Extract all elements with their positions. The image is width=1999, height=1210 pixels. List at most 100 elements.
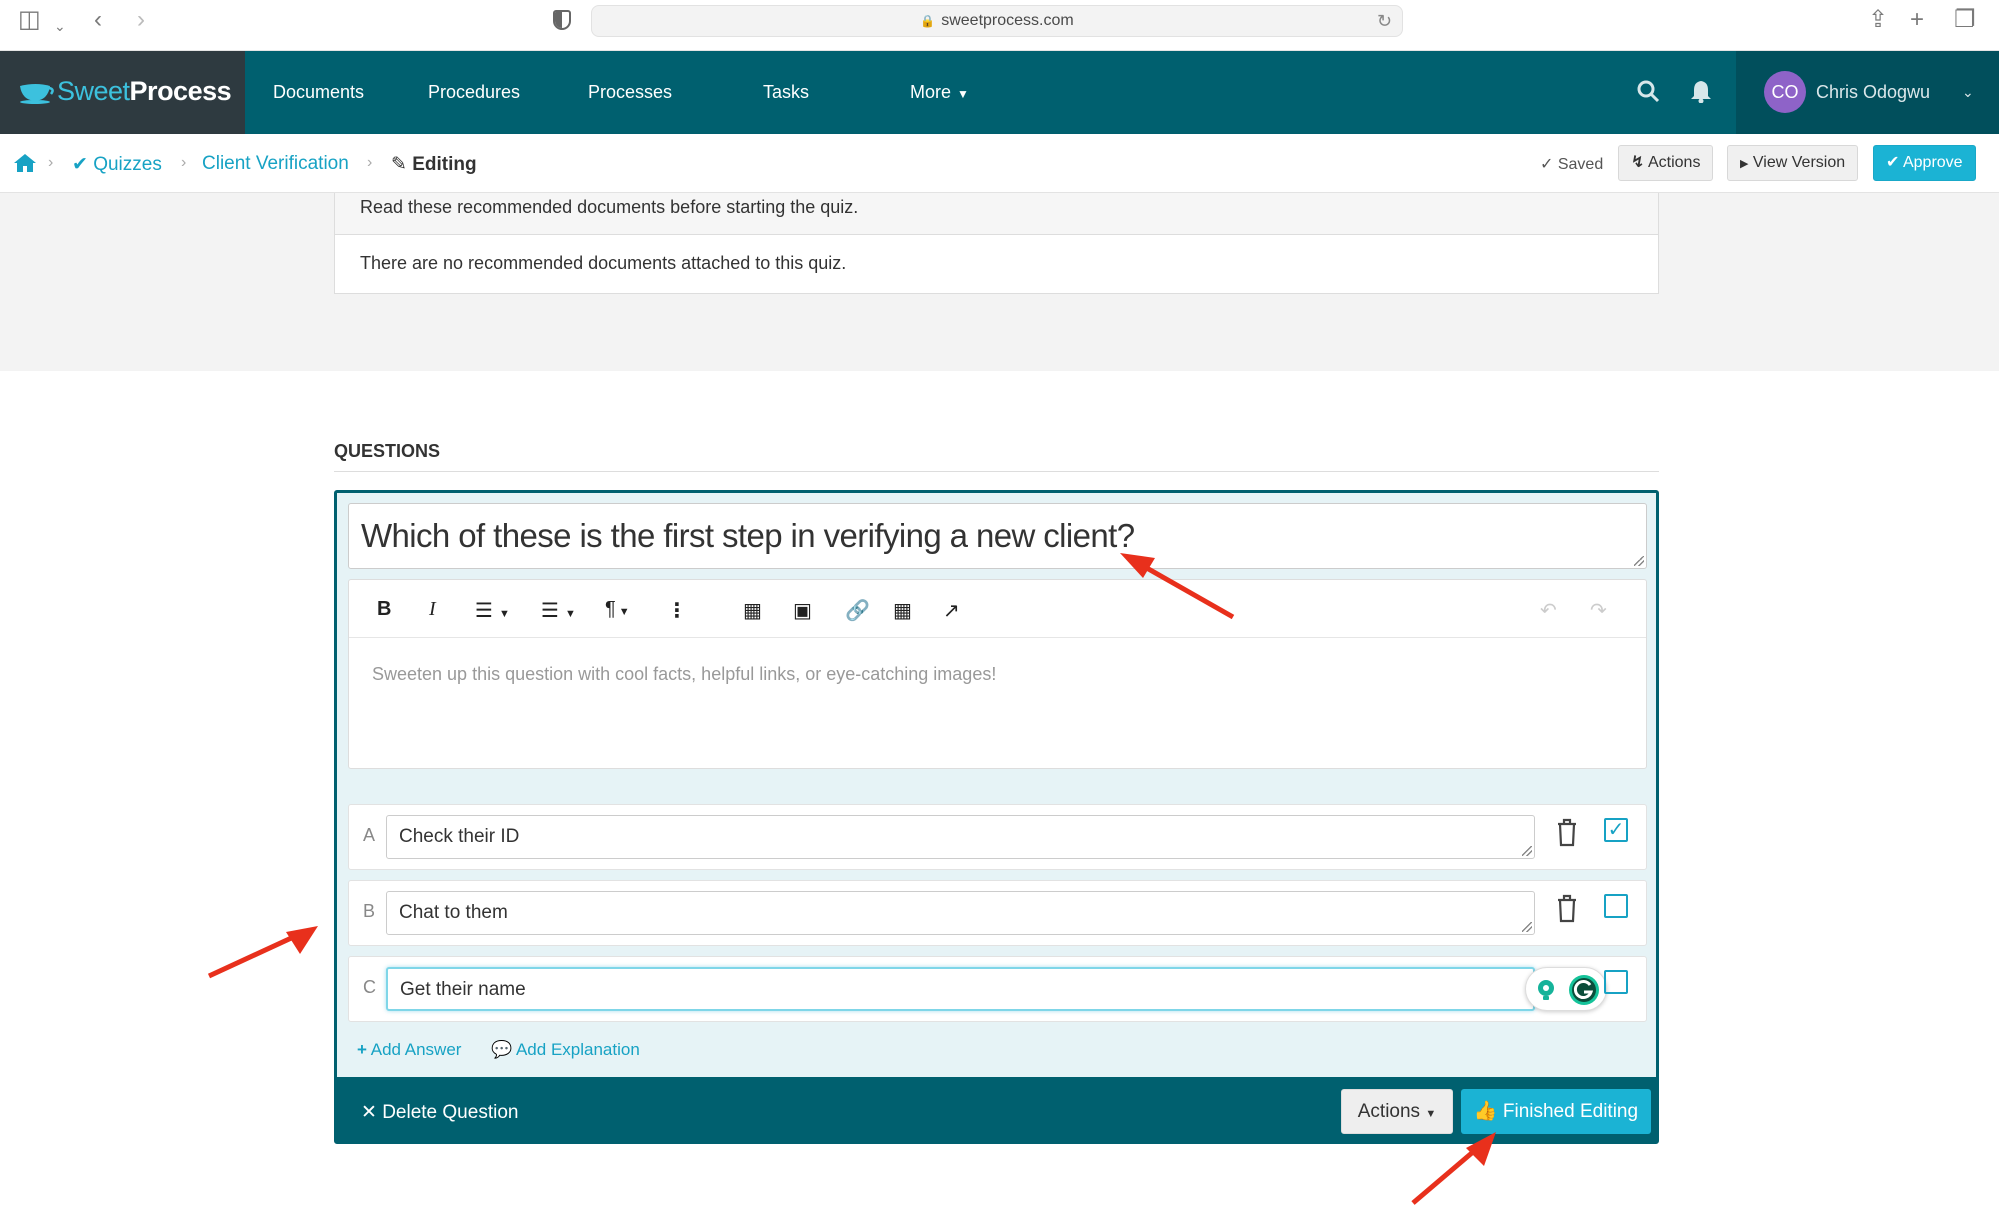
chevron-down-icon: ▼ [957, 87, 969, 101]
url-text: sweetprocess.com [941, 12, 1074, 29]
nav-tasks[interactable]: Tasks [763, 82, 809, 103]
avatar: CO [1764, 71, 1806, 113]
share-icon[interactable]: ⇪ [1868, 8, 1888, 32]
chevron-down-icon[interactable]: ⌄ [54, 14, 66, 38]
answer-text: Check their ID [399, 826, 520, 847]
ordered-list-icon[interactable]: ☰ ▼ [475, 598, 510, 623]
delete-question-label: Delete Question [382, 1102, 519, 1123]
bell-icon[interactable] [1690, 79, 1712, 103]
user-name: Chris Odogwu [1816, 82, 1931, 102]
editor-toolbar: B I ☰ ▼ ☰ ▼ ¶ ▼ ⋮ ▦ ▣ 🔗 ▦ ↗ ↶ ↷ [349, 580, 1646, 638]
home-icon[interactable] [13, 153, 37, 173]
trash-icon[interactable] [1556, 817, 1578, 847]
reload-icon[interactable]: ↻ [1377, 6, 1392, 36]
bolt-icon: ↯ [1631, 154, 1645, 171]
question-description-editor[interactable]: B I ☰ ▼ ☰ ▼ ¶ ▼ ⋮ ▦ ▣ 🔗 ▦ ↗ ↶ ↷ Sweeten up … [348, 579, 1647, 769]
finished-editing-label: Finished Editing [1502, 1101, 1639, 1122]
editor-placeholder: Sweeten up this question with cool facts… [372, 664, 997, 684]
nav-more[interactable]: More ▼ [910, 82, 969, 103]
redo-icon[interactable]: ↷ [1590, 598, 1607, 623]
recommended-documents-card: Read these recommended documents before … [334, 193, 1659, 294]
undo-icon[interactable]: ↶ [1540, 598, 1557, 623]
unordered-list-icon[interactable]: ☰ ▼ [541, 598, 576, 623]
trash-icon[interactable] [1556, 893, 1578, 923]
bold-icon[interactable]: B [377, 598, 391, 621]
annotation-arrow [207, 926, 318, 979]
address-bar[interactable]: 🔒 sweetprocess.com ↻ [591, 5, 1403, 37]
nav-documents[interactable]: Documents [273, 82, 364, 103]
chevron-right-icon: › [181, 154, 187, 171]
paragraph-icon[interactable]: ¶ ▼ [605, 598, 630, 621]
add-answer-link[interactable]: + Add Answer [357, 1040, 461, 1060]
question-footer: ✕ Delete Question Actions ▼ 👍 Finished E… [337, 1077, 1656, 1141]
question-title-input[interactable]: Which of these is the first step in veri… [348, 503, 1647, 569]
italic-icon[interactable]: I [429, 598, 436, 621]
chevron-right-icon: › [367, 154, 373, 171]
correct-answer-checkbox[interactable] [1604, 970, 1628, 994]
finished-editing-button[interactable]: 👍 Finished Editing [1461, 1089, 1651, 1134]
delete-question-button[interactable]: ✕ Delete Question [361, 1101, 518, 1124]
resize-handle[interactable] [1634, 556, 1644, 566]
check-icon: ✔ [72, 154, 88, 175]
question-actions-button[interactable]: Actions ▼ [1341, 1089, 1453, 1134]
add-answer-label: Add Answer [370, 1040, 462, 1059]
logo[interactable]: SweetProcess [0, 51, 245, 134]
approve-button[interactable]: ✔ Approve [1873, 145, 1976, 181]
table-icon[interactable]: ▦ [893, 598, 912, 623]
chevron-down-icon: ⌄ [1962, 84, 1974, 100]
link-icon[interactable]: 🔗 [845, 598, 870, 623]
answer-input[interactable]: Get their name [386, 967, 1535, 1011]
actions-label: Actions [1647, 154, 1701, 171]
image-icon[interactable]: ▦ [743, 598, 762, 623]
forward-icon[interactable]: › [137, 8, 145, 32]
check-icon: ✓ [1607, 819, 1625, 841]
chevron-right-icon: › [48, 154, 54, 171]
actions-button[interactable]: ↯ Actions [1618, 145, 1714, 181]
caret-right-icon: ▶ [1740, 158, 1749, 170]
grammarly-widget[interactable] [1525, 967, 1607, 1011]
answer-input[interactable]: Check their ID [386, 815, 1535, 859]
more-options-icon[interactable]: ⋮ [667, 598, 687, 623]
recommended-empty-text: There are no recommended documents attac… [360, 253, 847, 273]
video-icon[interactable]: ▣ [793, 598, 812, 623]
breadcrumb-quizzes-label: Quizzes [93, 154, 162, 175]
correct-answer-checkbox[interactable]: ✓ [1604, 818, 1628, 842]
answer-text: Get their name [400, 979, 526, 1000]
teacup-logo-icon [20, 84, 54, 104]
browser-toolbar: ◫ ⌄ ‹ › 🔒 sweetprocess.com ↻ ⇪ + ❐ [0, 0, 1999, 51]
breadcrumb-client-verification[interactable]: Client Verification [202, 153, 349, 175]
breadcrumb: › ✔ Quizzes › Client Verification › ✎ Ed… [0, 134, 1999, 193]
check-icon: ✓ [1540, 156, 1554, 173]
answer-letter: A [363, 825, 376, 845]
approve-label: Approve [1902, 154, 1963, 171]
privacy-shield-icon[interactable] [553, 10, 571, 30]
answer-text: Chat to them [399, 902, 508, 923]
answer-input[interactable]: Chat to them [386, 891, 1535, 935]
answer-letter: B [363, 901, 376, 921]
correct-answer-checkbox[interactable] [1604, 894, 1628, 918]
breadcrumb-quizzes[interactable]: ✔ Quizzes [72, 153, 162, 176]
recommended-header: Read these recommended documents before … [335, 193, 1658, 235]
comment-icon: 💬 [491, 1040, 513, 1059]
nav-more-label: More [910, 82, 952, 102]
resize-handle[interactable] [1522, 922, 1532, 932]
add-explanation-label: Add Explanation [515, 1040, 640, 1059]
new-tab-icon[interactable]: + [1910, 8, 1924, 32]
search-icon[interactable] [1636, 79, 1660, 103]
resize-handle[interactable] [1522, 846, 1532, 856]
sidebar-toggle-icon[interactable]: ◫ [18, 8, 41, 32]
check-icon: ✔ [1886, 154, 1900, 171]
external-link-icon[interactable]: ↗ [943, 598, 960, 623]
lightbulb-icon [1538, 980, 1554, 1000]
add-explanation-link[interactable]: 💬 Add Explanation [491, 1040, 640, 1060]
close-icon: ✕ [361, 1102, 377, 1123]
tabs-overview-icon[interactable]: ❐ [1954, 8, 1976, 32]
view-version-button[interactable]: ▶ View Version [1727, 145, 1859, 181]
user-menu[interactable]: CO Chris Odogwu ⌄ [1736, 51, 1999, 134]
nav-procedures[interactable]: Procedures [428, 82, 520, 103]
saved-label: Saved [1557, 156, 1604, 173]
question-actions-label: Actions [1357, 1101, 1421, 1122]
nav-processes[interactable]: Processes [588, 82, 672, 103]
back-icon[interactable]: ‹ [94, 8, 102, 32]
divider [334, 471, 1659, 472]
